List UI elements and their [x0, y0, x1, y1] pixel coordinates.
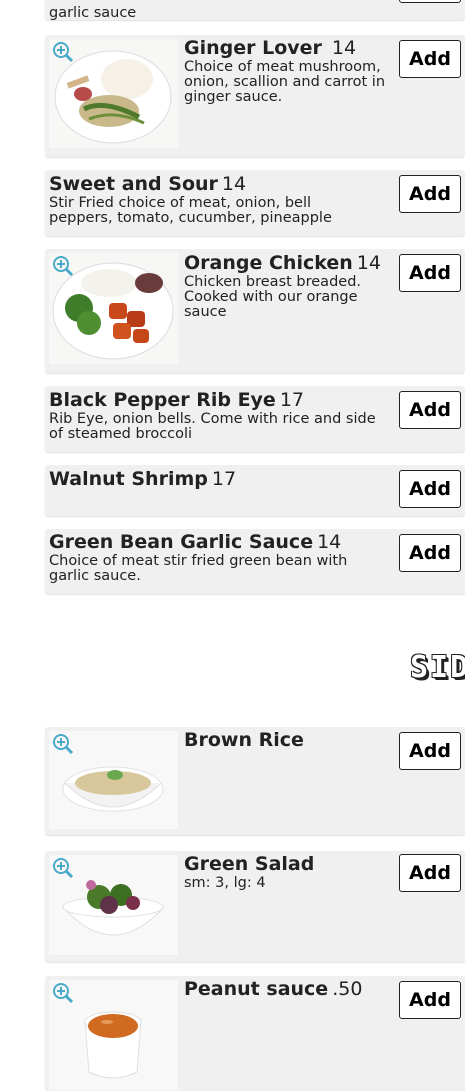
section-title-sides: SID [410, 650, 465, 685]
add-button[interactable]: Add [399, 854, 461, 892]
add-button[interactable]: Add [399, 40, 461, 78]
item-description: sm: 3, lg: 4 [184, 875, 266, 891]
item-name: Green Bean Garlic Sauce [49, 531, 314, 553]
item-name: Orange Chicken [184, 252, 353, 274]
item-name: Peanut sauce [184, 978, 329, 1000]
item-name: Sweet and Sour [49, 173, 218, 195]
item-description: garlic sauce [49, 5, 137, 21]
add-button[interactable] [399, 0, 461, 3]
zoom-icon[interactable] [52, 857, 76, 881]
zoom-icon[interactable] [52, 255, 76, 279]
item-description: Stir Fried choice of meat, onion, bell p… [49, 195, 332, 226]
add-button[interactable]: Add [399, 470, 461, 508]
menu-item-card[interactable]: Peanut sauce .50 Add [45, 976, 465, 1091]
menu-item-card[interactable]: Ginger Lover 14 Choice of meat mushroom, … [45, 35, 465, 157]
add-button[interactable]: Add [399, 981, 461, 1019]
add-button[interactable]: Add [399, 175, 461, 213]
item-price: 14 [356, 252, 381, 274]
item-name: Ginger Lover [184, 37, 322, 59]
zoom-icon[interactable] [52, 733, 76, 757]
item-name: Walnut Shrimp [49, 468, 208, 490]
menu-item-card[interactable]: Orange Chicken 14 Chicken breast breaded.… [45, 249, 465, 373]
zoom-icon[interactable] [52, 41, 76, 65]
item-price: 14 [331, 37, 357, 59]
menu-item-card[interactable]: Sweet and Sour 14 Stir Fried choice of me… [45, 170, 465, 236]
item-photo[interactable] [49, 39, 178, 148]
menu-item-card[interactable]: Green Salad sm: 3, lg: 4 Add [45, 851, 465, 962]
item-price: 17 [211, 468, 237, 490]
item-description: Chicken breast breaded. Cooked with our … [184, 274, 362, 320]
item-price: 14 [221, 173, 247, 195]
add-button[interactable]: Add [399, 391, 461, 429]
item-photo[interactable] [49, 980, 178, 1090]
item-name: Brown Rice [184, 729, 304, 751]
item-description: Choice of meat mushroom, onion, scallion… [184, 59, 386, 105]
menu-item-card[interactable]: Black Pepper Rib Eye 17 Rib Eye, onion be… [45, 386, 465, 452]
add-button[interactable]: Add [399, 254, 461, 292]
item-price: 17 [279, 389, 305, 411]
item-name: Green Salad [184, 853, 315, 875]
menu-item-card[interactable]: Brown Rice Add [45, 727, 465, 835]
menu-item-card[interactable]: Green Bean Garlic Sauce 14 Choice of meat… [45, 529, 465, 594]
menu-item-card-partial: garlic sauce [45, 0, 465, 21]
item-price: .50 [332, 978, 363, 1000]
item-photo[interactable] [49, 731, 178, 829]
add-button[interactable]: Add [399, 534, 461, 572]
item-photo[interactable] [49, 855, 178, 955]
item-description: Rib Eye, onion bells. Come with rice and… [49, 411, 376, 442]
item-price: 14 [317, 531, 342, 553]
zoom-icon[interactable] [52, 982, 76, 1006]
item-name: Black Pepper Rib Eye [49, 389, 276, 411]
item-description: Choice of meat stir fried green bean wit… [49, 553, 348, 584]
item-photo[interactable] [49, 253, 178, 364]
add-button[interactable]: Add [399, 732, 461, 770]
menu-item-card[interactable]: Walnut Shrimp 17 Add [45, 465, 465, 516]
